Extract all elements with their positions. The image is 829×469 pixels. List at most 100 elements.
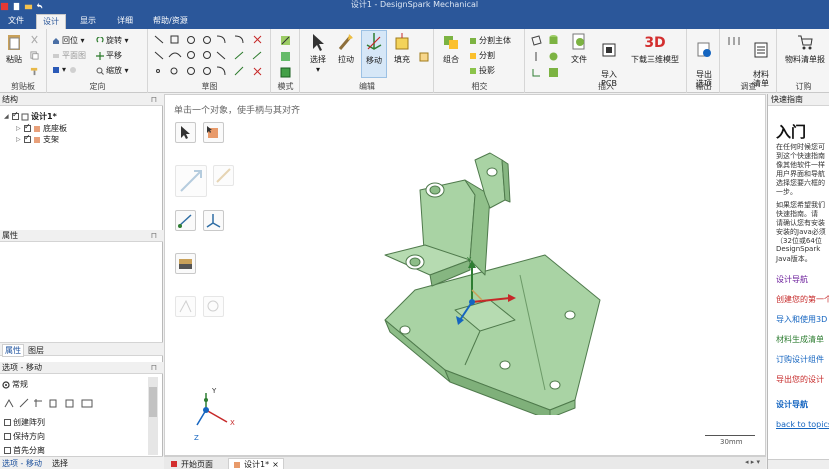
guide-link[interactable]: 材料生成清单 (776, 334, 824, 345)
origin-icon[interactable] (531, 67, 542, 78)
guide-link[interactable]: 设计导航 (776, 274, 808, 285)
paste-button[interactable]: 粘贴 (3, 32, 25, 65)
up-to-button[interactable] (175, 296, 196, 317)
cut-icon[interactable] (30, 35, 39, 44)
window-title: 设计1 - DesignSpark Mechanical (350, 0, 479, 9)
visibility-checkbox[interactable] (24, 133, 31, 143)
bom-order-button[interactable]: 物料清单报 (780, 32, 829, 65)
view-cube-button[interactable]: ▾ (52, 65, 79, 74)
move-handle-button[interactable] (203, 210, 224, 231)
group-label-sketch: 草图 (201, 82, 218, 91)
block-icon[interactable] (548, 67, 559, 78)
format-painter-icon[interactable] (30, 67, 39, 76)
doc-tab-start-page[interactable]: 开始页面 (166, 458, 217, 469)
tab-scroll-icon[interactable]: ◂ ▸ ▾ (745, 458, 760, 466)
expand-icon[interactable]: ▷ (16, 136, 22, 143)
guide-text-line: 一步。 (776, 188, 797, 196)
options-section-label: 常规 (12, 380, 28, 389)
pull-button[interactable]: 拉动 (333, 32, 359, 65)
3d-model[interactable]: Y (370, 150, 630, 415)
tab-file[interactable]: 文件 (2, 14, 30, 29)
guide-link[interactable]: 导入和使用3D (776, 314, 827, 325)
option-create-array[interactable]: 创建阵列 (4, 417, 45, 428)
tab-properties[interactable]: 属性 (2, 344, 24, 357)
move-options-icons[interactable] (4, 398, 106, 409)
move-ruler-button[interactable] (213, 165, 234, 186)
tab-layers[interactable]: 图层 (28, 345, 44, 356)
plane-icon[interactable] (531, 35, 542, 46)
status-tab-options[interactable]: 选项 - 移动 (2, 458, 42, 469)
tree-root[interactable]: ◢ 设计1* (4, 110, 57, 122)
ruler-dimension-button[interactable] (175, 253, 196, 274)
tree-root-label: 设计1* (31, 112, 57, 121)
pin-icon[interactable]: ⊓ (151, 94, 157, 106)
pivot-button[interactable] (203, 296, 224, 317)
import-pcb-button[interactable]: 导入 PCB (596, 32, 622, 88)
box-icon[interactable] (419, 51, 430, 62)
rotate-button[interactable]: 旋转 ▾ (96, 35, 129, 46)
options-section-general[interactable]: 常规 (2, 379, 28, 390)
plane-view-button[interactable]: 平面图 (52, 50, 86, 61)
measure-icon[interactable] (727, 35, 741, 47)
back-to-topics-link[interactable]: back to topics (776, 420, 829, 429)
pin-icon[interactable]: ⊓ (151, 230, 157, 242)
detach-first-checkbox[interactable] (4, 447, 11, 454)
collapse-icon[interactable]: ◢ (4, 113, 10, 120)
combine-button[interactable]: 组合 (438, 32, 464, 65)
split-button[interactable]: 分割 (469, 50, 495, 61)
keep-orientation-checkbox[interactable] (4, 433, 11, 440)
move-direction-button[interactable] (175, 165, 207, 197)
insert-file-button[interactable]: 文件 (566, 32, 592, 65)
close-icon[interactable]: × (272, 459, 279, 469)
select-button[interactable]: 选择 ▾ (305, 32, 331, 74)
pin-icon[interactable]: ⊓ (151, 362, 157, 374)
download-3d-button[interactable]: 3D 下载三维模型 (626, 32, 684, 65)
select-tool-button[interactable] (175, 122, 196, 143)
tab-display[interactable]: 显示 (74, 14, 102, 29)
doc-tab-design1[interactable]: 设计1* × (228, 458, 284, 469)
section-mode-icon[interactable] (280, 51, 291, 62)
guide-link[interactable]: 导出您的设计 (776, 374, 824, 385)
guide-link[interactable]: 设计导航 (776, 399, 808, 410)
3d-viewport[interactable]: 单击一个对象，使手柄与其对齐 Y Y X Z 30mm (164, 94, 766, 456)
status-tab-selection[interactable]: 选择 (52, 458, 68, 469)
move-button[interactable]: 移动 (361, 30, 387, 78)
pan-button[interactable]: 平移 (96, 50, 122, 61)
home-view-button[interactable]: 回位 ▾ (52, 35, 85, 46)
option-keep-orientation[interactable]: 保持方向 (4, 431, 45, 442)
3d-mode-icon[interactable] (280, 67, 291, 78)
visibility-checkbox[interactable] (12, 110, 19, 120)
guide-scrollbar[interactable] (768, 459, 829, 469)
split-body-button[interactable]: 分割主体 (469, 35, 511, 46)
combine-icon (444, 36, 458, 49)
sketch-mode-icon[interactable] (280, 35, 291, 46)
guide-link[interactable]: 创建您的第一个 (776, 294, 829, 305)
expand-icon[interactable]: ▷ (16, 125, 22, 132)
guide-link[interactable]: 订购设计组件 (776, 354, 824, 365)
project-icon (470, 67, 476, 74)
visibility-checkbox[interactable] (24, 122, 31, 132)
export-options-button[interactable]: 导出 选项 (690, 32, 718, 88)
zoom-button[interactable]: 缩放 ▾ (96, 65, 129, 76)
tree-item-bracket[interactable]: ▷ 支架 (16, 133, 59, 145)
anchor-button[interactable] (175, 210, 196, 231)
tab-design[interactable]: 设计 (36, 14, 66, 29)
sketch-tools-icon[interactable] (153, 33, 269, 79)
cylinder-icon[interactable] (548, 34, 559, 46)
properties-title: 属性 (2, 231, 18, 240)
sphere-icon[interactable] (548, 51, 559, 62)
split-icon (470, 52, 476, 59)
fill-button[interactable]: 填充 (389, 32, 415, 65)
copy-icon[interactable] (30, 51, 39, 60)
select-component-button[interactable] (203, 122, 224, 143)
tab-help[interactable]: 帮助/资源 (147, 14, 194, 29)
left-panel: 结构 ⊓ ◢ 设计1* ▷ 底座板 ▷ 支架 属性 ⊓ 属性 图层 选项 - 移… (0, 94, 163, 469)
create-array-checkbox[interactable] (4, 419, 11, 426)
bom-button[interactable]: 材料 清单 (747, 32, 775, 88)
option-detach-first[interactable]: 首先分离 (4, 445, 45, 456)
axis-icon[interactable] (531, 51, 542, 62)
tab-detail[interactable]: 详细 (111, 14, 139, 29)
options-scrollbar[interactable] (148, 377, 158, 455)
scrollbar-thumb[interactable] (149, 387, 157, 417)
project-button[interactable]: 投影 (469, 65, 495, 76)
